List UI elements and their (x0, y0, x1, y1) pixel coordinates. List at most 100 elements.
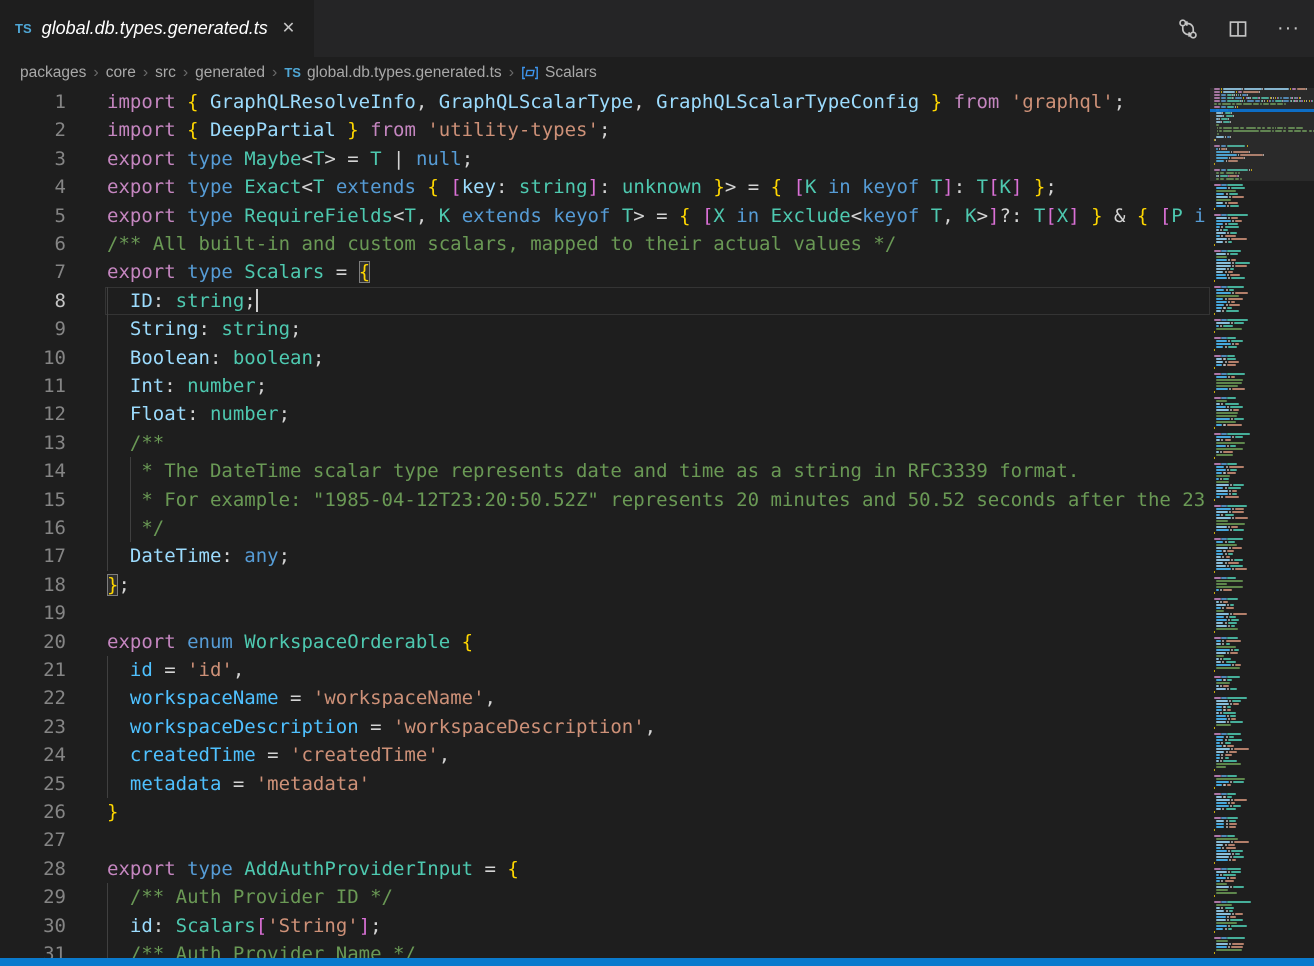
code-line[interactable]: export type AddAuthProviderInput = { (107, 855, 1210, 883)
code-line[interactable]: id = 'id', (107, 656, 1210, 684)
typescript-file-icon: TS (284, 65, 301, 80)
split-editor-icon[interactable] (1227, 18, 1249, 40)
code-line[interactable]: * The DateTime scalar type represents da… (107, 457, 1210, 485)
minimap-line (1228, 238, 1230, 240)
minimap-line (1216, 232, 1225, 234)
minimap-line (1225, 742, 1231, 744)
more-actions-icon[interactable]: ··· (1277, 17, 1300, 40)
code-line[interactable]: export type Scalars = { (107, 258, 1210, 286)
minimap-line (1216, 715, 1225, 717)
minimap-line (1216, 556, 1221, 558)
minimap-line (1221, 793, 1226, 795)
minimap-line (1214, 733, 1221, 735)
minimap-line (1216, 907, 1220, 909)
minimap-line (1233, 781, 1245, 783)
minimap-line (1225, 541, 1227, 543)
line-number: 1 (0, 88, 66, 116)
minimap-line (1216, 448, 1243, 450)
tab-global-db-types[interactable]: TS global.db.types.generated.ts ✕ (0, 0, 314, 57)
code-line[interactable]: export enum WorkspaceOrderable { (107, 628, 1210, 656)
minimap-line (1232, 700, 1241, 702)
minimap-line (1216, 418, 1230, 420)
minimap-line (1225, 907, 1234, 909)
minimap-line (1228, 340, 1230, 342)
minimap-line (1227, 697, 1247, 699)
minimap-slider[interactable] (1210, 88, 1314, 181)
minimap-line (1221, 937, 1226, 939)
minimap-line (1216, 322, 1230, 324)
line-number: 30 (0, 912, 66, 940)
code-line[interactable]: createdTime = 'createdTime', (107, 741, 1210, 769)
code-line[interactable]: id: Scalars['String']; (107, 912, 1210, 940)
code-line[interactable]: * For example: "1985-04-12T23:20:50.52Z"… (107, 486, 1210, 514)
minimap-line (1229, 823, 1237, 825)
code-line[interactable]: ID: string; (107, 287, 1210, 315)
minimap-line (1230, 232, 1237, 234)
code-line[interactable]: export type Exact<T extends { [key: stri… (107, 173, 1210, 201)
line-number: 14 (0, 457, 66, 485)
minimap-line (1214, 868, 1221, 870)
minimap-line (1221, 901, 1226, 903)
breadcrumb-core[interactable]: core (106, 64, 136, 82)
minimap-line (1220, 478, 1222, 480)
code-line[interactable]: Int: number; (107, 372, 1210, 400)
minimap-line (1229, 388, 1231, 390)
minimap-line (1216, 298, 1223, 300)
minimap-line (1216, 667, 1240, 669)
line-number: 20 (0, 628, 66, 656)
code-line[interactable] (107, 599, 1210, 627)
minimap-line (1228, 241, 1232, 243)
minimap-line (1216, 238, 1227, 240)
minimap-line (1231, 625, 1235, 627)
minimap-line (1230, 445, 1236, 447)
minimap-line (1227, 337, 1236, 339)
minimap[interactable] (1210, 88, 1314, 958)
minimap-line (1227, 733, 1242, 735)
code-line[interactable]: import { DeepPartial } from 'utility-typ… (107, 116, 1210, 144)
code-line[interactable]: /** Auth Provider ID */ (107, 883, 1210, 911)
minimap-line (1214, 817, 1221, 819)
minimap-line (1214, 250, 1221, 252)
code-line[interactable]: } (107, 798, 1210, 826)
minimap-line (1225, 403, 1240, 405)
code-line[interactable]: /** Auth Provider Name */ (107, 940, 1210, 958)
breadcrumb-packages[interactable]: packages (20, 64, 86, 82)
minimap-line (1230, 253, 1238, 255)
code-editor[interactable]: 1 import { GraphQLResolveInfo, GraphQLSca… (0, 88, 1210, 958)
minimap-line (1222, 640, 1224, 642)
minimap-line (1235, 262, 1250, 264)
minimap-line (1226, 616, 1228, 618)
minimap-line (1221, 907, 1223, 909)
minimap-line (1214, 727, 1215, 729)
code-line[interactable]: Boolean: boolean; (107, 344, 1210, 372)
code-line[interactable]: /** All built-in and custom scalars, map… (107, 230, 1210, 258)
code-line[interactable]: /** (107, 429, 1210, 457)
breadcrumb-symbol-scalars[interactable]: Scalars (521, 64, 597, 82)
code-line[interactable]: workspaceDescription = 'workspaceDescrip… (107, 713, 1210, 741)
minimap-line (1216, 871, 1227, 873)
minimap-line (1235, 436, 1243, 438)
code-line[interactable]: import { GraphQLResolveInfo, GraphQLScal… (107, 88, 1210, 116)
code-line[interactable]: Float: number; (107, 400, 1210, 428)
minimap-line (1225, 880, 1234, 882)
open-changes-icon[interactable] (1177, 18, 1199, 40)
code-line[interactable]: String: string; (107, 315, 1210, 343)
minimap-line (1231, 619, 1239, 621)
minimap-line (1225, 622, 1227, 624)
code-line[interactable]: */ (107, 514, 1210, 542)
breadcrumb-src[interactable]: src (155, 64, 176, 82)
code-line[interactable]: metadata = 'metadata' (107, 770, 1210, 798)
code-line[interactable]: export type RequireFields<T, K extends k… (107, 202, 1210, 230)
breadcrumb-file[interactable]: TS global.db.types.generated.ts (284, 64, 501, 82)
code-line[interactable]: DateTime: any; (107, 542, 1210, 570)
code-line[interactable]: }; (107, 571, 1210, 599)
close-tab-icon[interactable]: ✕ (282, 21, 295, 37)
code-line[interactable]: export type Maybe<T> = T | null; (107, 145, 1210, 173)
code-line[interactable] (107, 826, 1210, 854)
minimap-line (1227, 397, 1236, 399)
minimap-line (1229, 289, 1234, 291)
minimap-line (1216, 853, 1231, 855)
code-line[interactable]: workspaceName = 'workspaceName', (107, 684, 1210, 712)
breadcrumb-generated[interactable]: generated (195, 64, 265, 82)
line-number: 6 (0, 230, 66, 258)
